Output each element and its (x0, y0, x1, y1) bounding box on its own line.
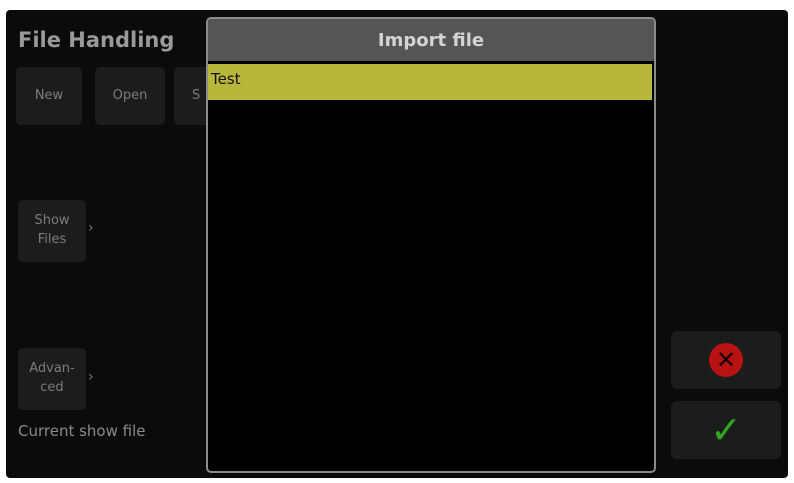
advanced-label-line2: ced (40, 380, 64, 395)
file-handling-screen: File Handling New Open S Show Files › Ad… (6, 10, 788, 478)
new-button[interactable]: New (16, 67, 82, 125)
show-files-chevron-icon: › (88, 220, 94, 236)
import-file-dialog: Import file Test (206, 17, 656, 473)
save-button-label: S (192, 87, 201, 103)
cancel-button[interactable]: ✕ (671, 331, 781, 389)
open-button-label: Open (112, 87, 148, 103)
show-files-label-line1: Show (34, 213, 70, 229)
cancel-icon: ✕ (709, 343, 743, 377)
new-button-label: New (34, 87, 64, 103)
dialog-title: Import file (208, 19, 654, 61)
file-name: Test (211, 70, 241, 88)
show-files-button[interactable]: Show Files (18, 200, 86, 262)
advanced-label-line1: Advan- (29, 361, 75, 377)
confirm-button[interactable]: ✓ (671, 401, 781, 459)
open-button[interactable]: Open (95, 67, 165, 125)
current-show-file-label: Current show file (18, 422, 146, 440)
page-title: File Handling (18, 28, 175, 52)
file-list-item-selected[interactable]: Test (208, 64, 652, 100)
show-files-label-line2: Files (37, 232, 67, 247)
advanced-chevron-icon: › (88, 369, 94, 385)
checkmark-icon: ✓ (710, 408, 742, 452)
advanced-button[interactable]: Advan- ced (18, 348, 86, 410)
